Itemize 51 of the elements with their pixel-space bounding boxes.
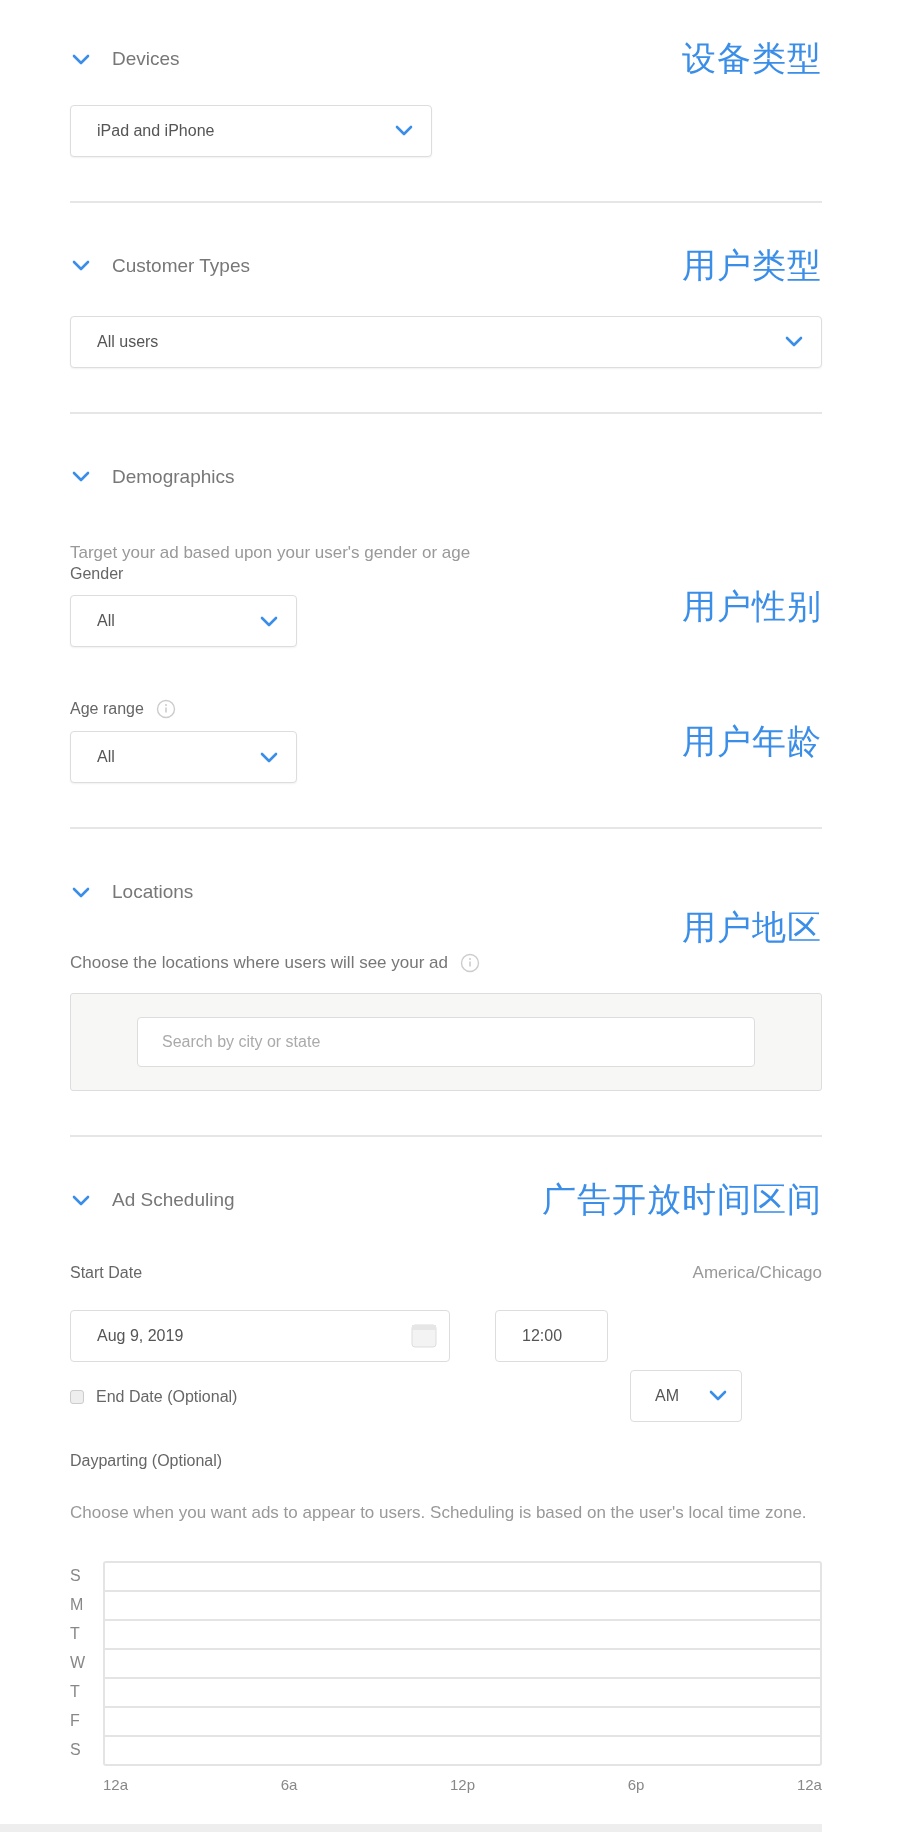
hour-label: 6a (280, 1776, 298, 1794)
hour-label: 12a (796, 1776, 822, 1794)
chevron-icon[interactable] (72, 53, 90, 65)
day-label: S (70, 1739, 82, 1760)
annotation-label: 用户年龄 (682, 720, 822, 762)
dropdown[interactable]: iPad and iPhone (70, 104, 432, 157)
day-label: S (70, 1565, 82, 1586)
dropdown[interactable]: All (70, 595, 297, 648)
section-title[interactable]: Demographics (112, 465, 235, 488)
chevron-icon[interactable] (72, 1194, 90, 1206)
time-field[interactable]: 12:00 (495, 1309, 608, 1362)
hour-label: 12a (103, 1776, 129, 1794)
search-field[interactable]: Search by city or state (137, 1017, 755, 1068)
chevron-icon[interactable] (72, 886, 90, 898)
dropdown[interactable]: All (70, 731, 297, 784)
field-label: Dayparting (Optional) (70, 1451, 224, 1470)
day-label: T (70, 1681, 81, 1702)
field-label: Start Date (70, 1263, 143, 1282)
field-label: Gender (70, 565, 125, 584)
checkbox[interactable] (70, 1389, 84, 1404)
field-label: Age range (70, 700, 144, 719)
timezone-label: America/Chicago (692, 1262, 822, 1285)
annotation-label: 广告开放时间区间 (542, 1179, 822, 1221)
day-label: F (70, 1710, 81, 1731)
dropdown[interactable]: AM (630, 1369, 742, 1422)
checkbox-label[interactable]: End Date (Optional) (96, 1387, 238, 1406)
hour-label: 12p (449, 1776, 475, 1794)
chevron-down-icon (395, 125, 413, 137)
chevron-down-icon (260, 751, 278, 763)
chevron-down-icon (260, 615, 278, 627)
dropdown[interactable]: All users (70, 315, 822, 368)
date-field[interactable]: Aug 9, 2019 (70, 1309, 450, 1362)
section-title[interactable]: Locations (112, 881, 194, 904)
chevron-icon[interactable] (72, 471, 90, 483)
section-description: Choose when you want ads to appear to users. Scheduling is based on the user's local time zone. (70, 1501, 808, 1524)
section-title[interactable]: Ad Scheduling (112, 1189, 235, 1212)
annotation-label: 用户地区 (682, 907, 822, 948)
day-label: T (70, 1623, 81, 1644)
section-title[interactable]: Devices (112, 48, 180, 70)
chevron-icon[interactable] (72, 260, 90, 272)
hour-label: 6p (627, 1776, 645, 1794)
chevron-down-icon (785, 336, 803, 348)
annotation-label: 用户类型 (682, 244, 822, 286)
chevron-down-icon (709, 1390, 727, 1402)
annotation-label: 用户性别 (682, 585, 822, 627)
section-description: Target your ad based upon your user's gender or age (70, 541, 472, 564)
day-label: W (70, 1652, 87, 1673)
day-label: M (70, 1594, 85, 1615)
section-description: Choose the locations where users will see your ad (70, 951, 448, 974)
section-title[interactable]: Customer Types (112, 254, 250, 277)
annotation-label: 设备类型 (682, 38, 822, 79)
